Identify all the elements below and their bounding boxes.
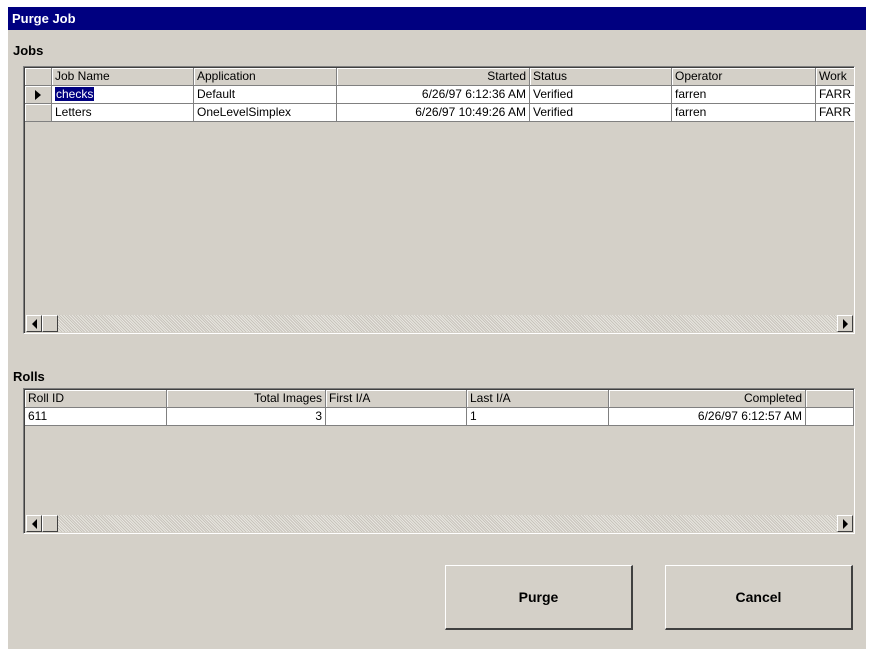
work-cell[interactable]: FARR xyxy=(816,104,854,122)
application-cell[interactable]: Default xyxy=(194,86,337,104)
jobs-horizontal-scrollbar[interactable] xyxy=(26,315,853,332)
arrow-left-icon xyxy=(31,318,37,329)
scroll-thumb[interactable] xyxy=(42,515,58,532)
col-completed[interactable]: Completed xyxy=(609,390,806,408)
purge-button[interactable]: Purge xyxy=(445,565,633,630)
jobs-header-corner xyxy=(25,68,52,86)
jobs-header-row: Job Name Application Started Status Oper… xyxy=(25,68,854,86)
job-name-cell[interactable]: checks xyxy=(52,86,194,104)
col-empty xyxy=(806,390,854,408)
scroll-right-button[interactable] xyxy=(837,315,853,332)
application-cell[interactable]: OneLevelSimplex xyxy=(194,104,337,122)
window-title: Purge Job xyxy=(12,11,76,26)
first-ia-cell[interactable] xyxy=(326,408,467,426)
status-cell[interactable]: Verified xyxy=(530,86,672,104)
rolls-grid[interactable]: Roll ID Total Images First I/A Last I/A … xyxy=(23,388,855,534)
scroll-right-button[interactable] xyxy=(837,515,853,532)
row-selector[interactable] xyxy=(25,104,52,122)
col-application[interactable]: Application xyxy=(194,68,337,86)
table-row[interactable]: 611 3 1 6/26/97 6:12:57 AM xyxy=(25,408,854,426)
col-last-ia[interactable]: Last I/A xyxy=(467,390,609,408)
started-cell[interactable]: 6/26/97 6:12:36 AM xyxy=(337,86,530,104)
job-name-cell[interactable]: Letters xyxy=(52,104,194,122)
jobs-label: Jobs xyxy=(13,43,44,58)
title-bar: Purge Job xyxy=(8,7,866,30)
col-job-name[interactable]: Job Name xyxy=(52,68,194,86)
work-cell[interactable]: FARR xyxy=(816,86,854,104)
col-work[interactable]: Work xyxy=(816,68,854,86)
cancel-button[interactable]: Cancel xyxy=(665,565,853,630)
scroll-thumb[interactable] xyxy=(42,315,58,332)
empty-cell xyxy=(806,408,854,426)
col-roll-id[interactable]: Roll ID xyxy=(25,390,167,408)
scroll-left-button[interactable] xyxy=(26,515,42,532)
arrow-right-icon xyxy=(842,518,848,529)
operator-cell[interactable]: farren xyxy=(672,104,816,122)
arrow-right-icon xyxy=(842,318,848,329)
roll-id-cell[interactable]: 611 xyxy=(25,408,167,426)
col-first-ia[interactable]: First I/A xyxy=(326,390,467,408)
last-ia-cell[interactable]: 1 xyxy=(467,408,609,426)
purge-job-window: Purge Job Jobs Job Name Application Star… xyxy=(8,7,866,649)
table-row[interactable]: checks Default 6/26/97 6:12:36 AM Verifi… xyxy=(25,86,854,104)
col-operator[interactable]: Operator xyxy=(672,68,816,86)
operator-cell[interactable]: farren xyxy=(672,86,816,104)
status-cell[interactable]: Verified xyxy=(530,104,672,122)
rolls-header-row: Roll ID Total Images First I/A Last I/A … xyxy=(25,390,854,408)
table-row[interactable]: Letters OneLevelSimplex 6/26/97 10:49:26… xyxy=(25,104,854,122)
rolls-horizontal-scrollbar[interactable] xyxy=(26,515,853,532)
col-status[interactable]: Status xyxy=(530,68,672,86)
completed-cell[interactable]: 6/26/97 6:12:57 AM xyxy=(609,408,806,426)
rolls-label: Rolls xyxy=(13,369,45,384)
row-pointer-icon xyxy=(25,86,52,104)
col-started[interactable]: Started xyxy=(337,68,530,86)
jobs-grid[interactable]: Job Name Application Started Status Oper… xyxy=(23,66,855,334)
total-images-cell[interactable]: 3 xyxy=(167,408,326,426)
arrow-left-icon xyxy=(31,518,37,529)
job-name-value: checks xyxy=(55,87,95,101)
col-total-images[interactable]: Total Images xyxy=(167,390,326,408)
started-cell[interactable]: 6/26/97 10:49:26 AM xyxy=(337,104,530,122)
scroll-left-button[interactable] xyxy=(26,315,42,332)
